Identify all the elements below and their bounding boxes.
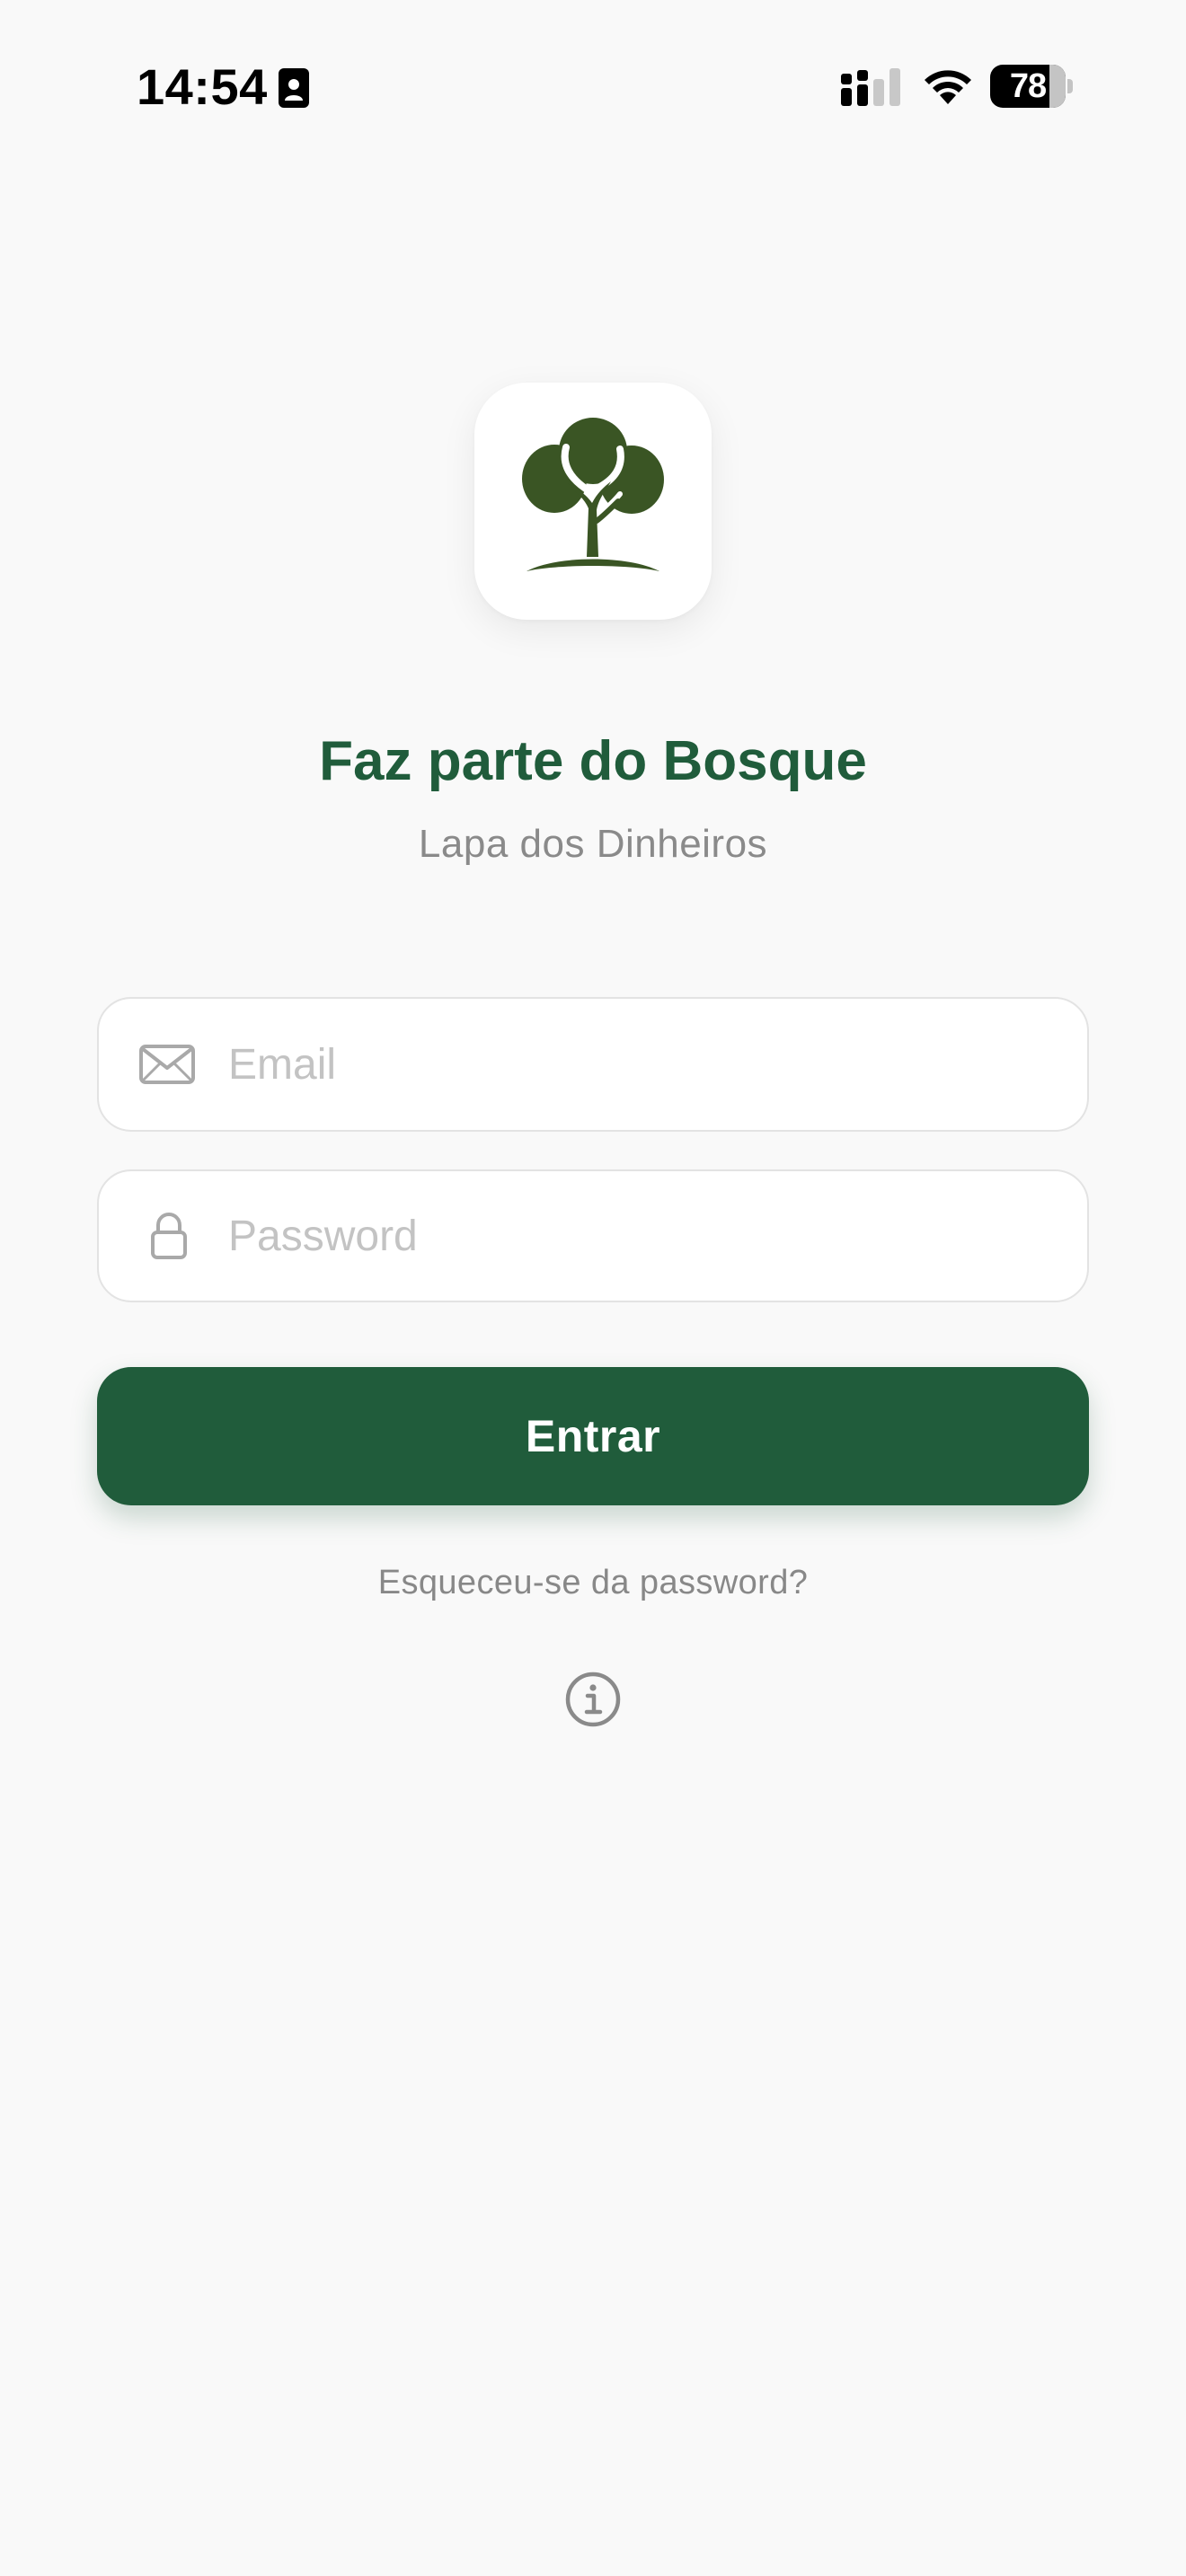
page-title: Faz parte do Bosque (319, 730, 867, 792)
envelope-icon (139, 1045, 195, 1084)
login-button[interactable]: Entrar (97, 1367, 1089, 1505)
password-field[interactable] (97, 1169, 1089, 1302)
lock-icon (151, 1213, 187, 1259)
status-bar: 14:54 78 (0, 0, 1186, 171)
id-badge-icon (279, 68, 309, 108)
wifi-icon (925, 70, 971, 104)
email-input[interactable] (228, 999, 1055, 1130)
email-field[interactable] (97, 997, 1089, 1132)
signal-icon (841, 68, 900, 106)
info-icon[interactable] (564, 1671, 622, 1728)
battery-icon: 78 (990, 65, 1073, 108)
app-logo (474, 383, 712, 620)
forgot-password-link[interactable]: Esqueceu-se da password? (0, 1556, 1186, 1610)
page-subtitle: Lapa dos Dinheiros (418, 822, 768, 866)
tree-icon (522, 418, 664, 571)
battery-level: 78 (1009, 67, 1047, 105)
status-time: 14:54 (137, 58, 268, 115)
password-input[interactable] (228, 1171, 1055, 1301)
